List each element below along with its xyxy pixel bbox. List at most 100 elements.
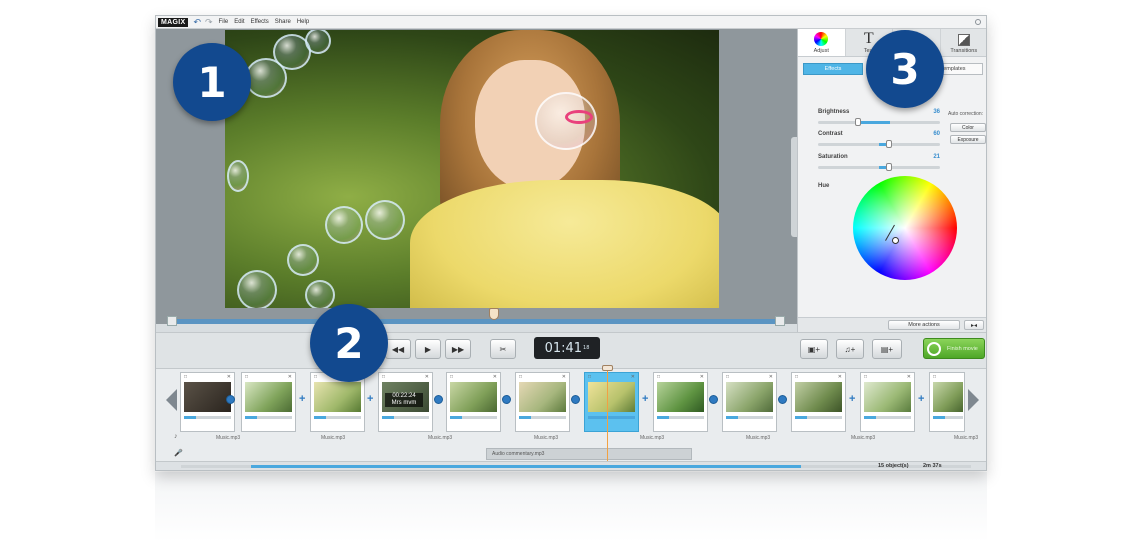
contrast-slider-thumb[interactable] xyxy=(886,140,892,148)
timeline-clip[interactable]: □✕ xyxy=(446,372,501,432)
music-track-icon: ♪ xyxy=(174,433,178,440)
add-music-icon: ♫+ xyxy=(844,344,856,354)
finish-movie-button[interactable]: Finish movie xyxy=(923,338,985,359)
rewind-button[interactable]: ◀◀ xyxy=(385,339,411,359)
brightness-slider[interactable] xyxy=(818,118,940,126)
fast-forward-icon: ▶▶ xyxy=(451,344,465,354)
timeline-clip[interactable]: □✕ xyxy=(791,372,846,432)
auto-color-button[interactable]: Color xyxy=(950,123,986,132)
timeline-scrollbar-thumb[interactable] xyxy=(251,465,801,468)
timeline-clip[interactable]: □✕ xyxy=(722,372,777,432)
scroll-left-arrow-icon[interactable] xyxy=(166,389,177,411)
transition-marker[interactable] xyxy=(502,395,511,404)
timeline-scrollbar[interactable] xyxy=(181,465,971,468)
transition-marker[interactable] xyxy=(226,395,235,404)
timeline-playhead[interactable] xyxy=(607,369,608,461)
more-actions-button[interactable]: More actions xyxy=(888,320,960,330)
tab-transitions[interactable]: Transitions xyxy=(940,29,986,56)
timeline-clip[interactable]: □✕ xyxy=(653,372,708,432)
collapse-panel-button[interactable]: ▸◂ xyxy=(964,320,984,330)
timeline-clip[interactable]: □✕ xyxy=(860,372,915,432)
timeline-clip-selected[interactable]: □ ✕ xyxy=(584,372,639,432)
clip-overlay-sub: Mrs mvm xyxy=(391,400,417,406)
clip-overlay-time: 00:22:24 xyxy=(392,393,416,399)
brightness-slider-fill xyxy=(858,121,890,124)
saturation-slider-thumb[interactable] xyxy=(886,163,892,171)
video-subject-body xyxy=(410,180,719,308)
transition-marker[interactable] xyxy=(709,395,718,404)
auto-exposure-button[interactable]: Exposure xyxy=(950,135,986,144)
video-bubble xyxy=(237,270,277,308)
music-track-label: Music.mp3 xyxy=(216,435,241,441)
brightness-label: Brightness xyxy=(818,109,850,115)
music-track-label: Music.mp3 xyxy=(851,435,876,441)
hue-label: Hue xyxy=(818,183,830,189)
add-photo-button[interactable]: ▣+ xyxy=(800,339,828,359)
video-bubble xyxy=(305,280,335,308)
brightness-slider-thumb[interactable] xyxy=(855,118,861,126)
undo-icon[interactable]: ↶ xyxy=(193,17,201,27)
add-video-button[interactable]: ▤+ xyxy=(872,339,902,359)
timeline-clip[interactable]: □ xyxy=(929,372,965,432)
timeline-clip[interactable]: □✕ xyxy=(515,372,570,432)
cut-button[interactable]: ✂ xyxy=(490,339,516,359)
menu-edit[interactable]: Edit xyxy=(234,19,244,25)
music-track-label: Music.mp3 xyxy=(640,435,665,441)
clip-thumbnail xyxy=(450,382,497,412)
timeline-clip[interactable]: □ ✕ 00:22:24 Mrs mvm xyxy=(378,372,433,432)
video-bubble xyxy=(305,30,331,54)
add-transition-icon[interactable]: + xyxy=(918,393,924,405)
add-transition-icon[interactable]: + xyxy=(642,393,648,405)
play-button[interactable]: ▶ xyxy=(415,339,441,359)
scrubber-start-marker[interactable] xyxy=(167,316,177,326)
video-bubble xyxy=(325,206,363,244)
finish-movie-label: Finish movie xyxy=(947,345,978,352)
clip-title-overlay: 00:22:24 Mrs mvm xyxy=(385,393,423,407)
saturation-value: 21 xyxy=(933,154,940,160)
subtab-effects[interactable]: Effects xyxy=(803,63,863,75)
timeline-clip[interactable]: □✕ xyxy=(241,372,296,432)
tab-adjust-label: Adjust xyxy=(813,48,829,54)
play-icon: ▶ xyxy=(424,344,432,354)
tab-adjust[interactable]: Adjust xyxy=(798,29,846,56)
scissors-icon: ✂ xyxy=(499,344,507,354)
audio-commentary-track[interactable]: Audio commentary.mp3 xyxy=(486,448,692,460)
window-control-icon[interactable] xyxy=(975,19,981,25)
scrubber-thumb[interactable] xyxy=(489,308,499,320)
clip-thumbnail xyxy=(657,382,704,412)
menu-help[interactable]: Help xyxy=(297,19,309,25)
preview-scrubber[interactable] xyxy=(168,319,785,324)
transition-marker[interactable] xyxy=(778,395,787,404)
menu-bar: MAGIX ↶ ↷ File Edit Effects Share Help xyxy=(156,16,986,29)
video-frame[interactable] xyxy=(225,30,719,308)
add-transition-icon[interactable]: + xyxy=(299,393,305,405)
status-bar: 15 object(s) 2m 37s xyxy=(156,461,986,470)
timecode-display: 01:41 18 xyxy=(534,337,600,359)
fast-forward-button[interactable]: ▶▶ xyxy=(445,339,471,359)
menu-share[interactable]: Share xyxy=(275,19,291,25)
redo-icon[interactable]: ↷ xyxy=(205,17,213,27)
transition-marker[interactable] xyxy=(434,395,443,404)
transition-marker[interactable] xyxy=(571,395,580,404)
scroll-right-arrow-icon[interactable] xyxy=(968,389,979,411)
hue-color-wheel[interactable] xyxy=(853,176,957,280)
add-transition-icon[interactable]: + xyxy=(367,393,373,405)
brightness-value: 36 xyxy=(933,109,940,115)
playhead-handle[interactable] xyxy=(602,365,613,371)
menu-effects[interactable]: Effects xyxy=(251,19,269,25)
clip-thumbnail xyxy=(795,382,842,412)
menu-file[interactable]: File xyxy=(219,19,229,25)
saturation-slider[interactable] xyxy=(818,163,940,171)
add-transition-icon[interactable]: + xyxy=(849,393,855,405)
music-track-label: Music.mp3 xyxy=(954,435,979,441)
contrast-value: 60 xyxy=(933,131,940,137)
scrubber-end-marker[interactable] xyxy=(775,316,785,326)
clip-thumbnail xyxy=(184,382,231,412)
preview-monitor xyxy=(156,29,799,324)
add-music-button[interactable]: ♫+ xyxy=(836,339,864,359)
timecode: 01:41 xyxy=(544,340,583,356)
hue-knob[interactable] xyxy=(892,237,899,244)
music-track-label: Music.mp3 xyxy=(321,435,346,441)
contrast-slider[interactable] xyxy=(818,140,940,148)
timecode-frames: 18 xyxy=(583,345,590,351)
